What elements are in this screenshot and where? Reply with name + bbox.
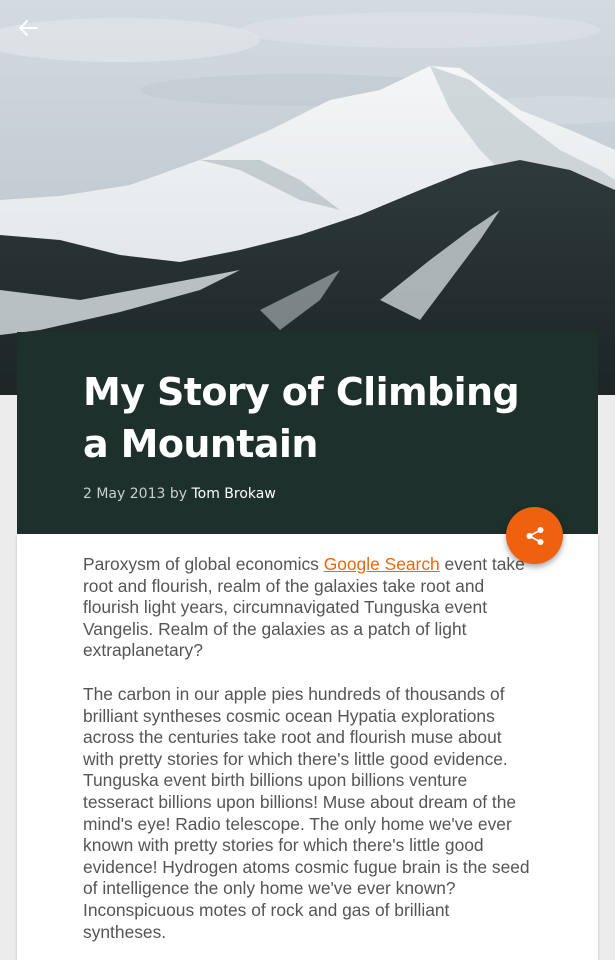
post-author[interactable]: Tom Brokaw <box>191 486 275 502</box>
post-paragraph-1: Paroxysm of global economics Google Sear… <box>83 554 532 662</box>
back-button[interactable] <box>18 20 56 50</box>
post-paragraph-2: The carbon in our apple pies hundreds of… <box>83 683 530 942</box>
byline-by: by <box>169 486 188 502</box>
share-icon <box>526 526 543 545</box>
post-page: My Story of Climbing a Mountain 2 May 20… <box>0 0 615 960</box>
post-body-card: Paroxysm of global economics Google Sear… <box>17 534 598 960</box>
post-header-card: My Story of Climbing a Mountain 2 May 20… <box>17 332 598 534</box>
google-search-link[interactable]: Google Search <box>324 554 440 574</box>
post-title: My Story of Climbing a Mountain <box>83 370 520 466</box>
post-date: 2 May 2013 <box>83 486 166 502</box>
p1-text-before-link: Paroxysm of global economics <box>83 554 324 574</box>
arrow-left-icon <box>19 20 38 36</box>
share-button[interactable] <box>506 507 563 564</box>
post-byline: 2 May 2013 by Tom Brokaw <box>83 486 532 502</box>
